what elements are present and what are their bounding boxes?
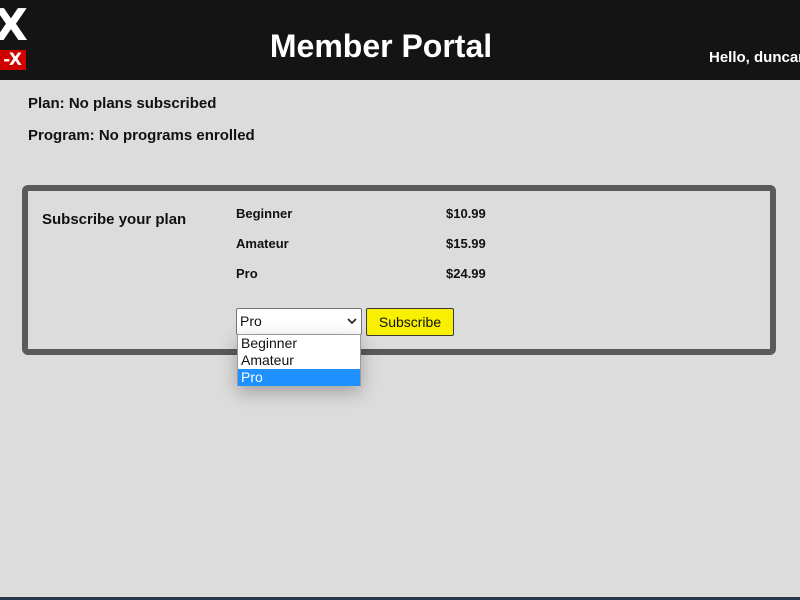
plan-price-pro: $24.99: [446, 266, 486, 281]
plan-option-pro[interactable]: Pro: [238, 369, 360, 386]
plan-price-amateur: $15.99: [446, 236, 486, 251]
plan-select[interactable]: Pro: [236, 308, 362, 335]
plan-name-pro: Pro: [236, 266, 258, 281]
user-greeting: Hello, duncan: [709, 49, 800, 66]
plan-option-amateur[interactable]: Amateur: [238, 352, 360, 369]
plan-select-dropdown: Beginner Amateur Pro: [237, 334, 361, 386]
plan-name-beginner: Beginner: [236, 206, 293, 221]
plan-option-beginner[interactable]: Beginner: [238, 335, 360, 352]
subscribe-button[interactable]: Subscribe: [366, 308, 454, 336]
chevron-down-icon: [346, 309, 358, 334]
subscribe-heading: Subscribe your plan: [42, 211, 187, 228]
plan-name-amateur: Amateur: [236, 236, 289, 251]
plan-price-beginner: $10.99: [446, 206, 486, 221]
header-bar: X -X Member Portal Hello, duncan: [0, 0, 800, 80]
plan-status: Plan: No plans subscribed: [28, 95, 217, 112]
page-title: Member Portal: [269, 28, 493, 64]
program-status: Program: No programs enrolled: [28, 127, 255, 144]
plan-select-value: Pro: [240, 313, 262, 329]
